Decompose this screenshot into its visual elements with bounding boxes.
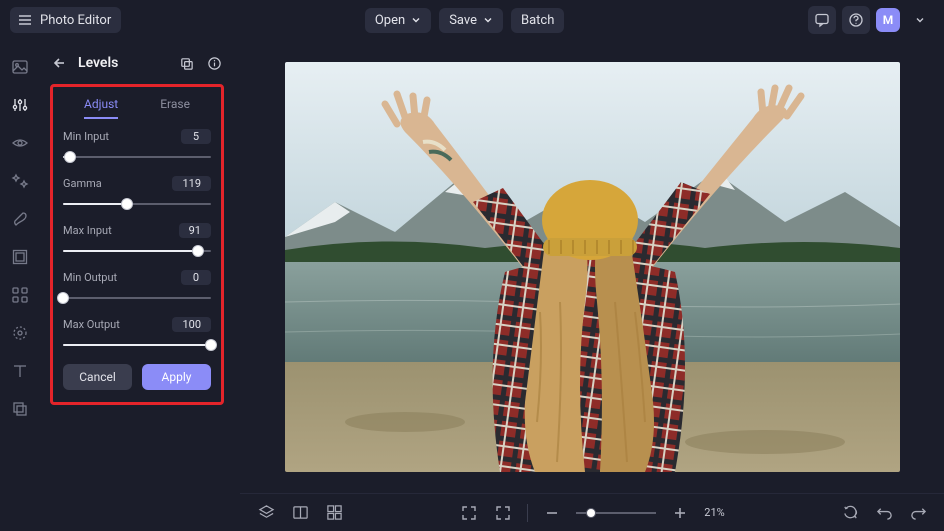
fullscreen-button[interactable] bbox=[459, 503, 479, 523]
help-icon bbox=[848, 12, 864, 28]
control-gamma: Gamma 119 bbox=[63, 176, 211, 211]
account-menu[interactable] bbox=[906, 6, 934, 34]
control-min-output: Min Output 0 bbox=[63, 270, 211, 305]
tool-frame-icon[interactable] bbox=[9, 246, 31, 268]
reset-button[interactable] bbox=[840, 503, 860, 523]
compare-grid-button[interactable] bbox=[324, 503, 344, 523]
copy-settings-button[interactable] bbox=[176, 56, 196, 71]
tool-brush-icon[interactable] bbox=[9, 208, 31, 230]
fit-screen-button[interactable] bbox=[493, 503, 513, 523]
min-input-label: Min Input bbox=[63, 130, 109, 143]
max-input-value[interactable]: 91 bbox=[179, 223, 211, 238]
photo-content bbox=[285, 62, 900, 472]
back-button[interactable] bbox=[50, 55, 70, 71]
zoom-slider[interactable] bbox=[576, 507, 656, 519]
tab-erase[interactable]: Erase bbox=[160, 93, 190, 119]
hamburger-icon bbox=[16, 11, 34, 29]
info-icon bbox=[207, 56, 222, 71]
redo-button[interactable] bbox=[908, 503, 928, 523]
zoom-out-button[interactable] bbox=[542, 503, 562, 523]
gamma-value[interactable]: 119 bbox=[172, 176, 211, 191]
gamma-slider[interactable] bbox=[63, 197, 211, 211]
gamma-label: Gamma bbox=[63, 177, 102, 190]
tool-rail bbox=[0, 40, 40, 531]
min-input-slider[interactable] bbox=[63, 150, 211, 164]
tool-image-icon[interactable] bbox=[9, 56, 31, 78]
arrow-left-icon bbox=[52, 55, 68, 71]
separator bbox=[527, 504, 528, 522]
canvas-toolbar: 21% bbox=[240, 493, 944, 531]
tool-text-icon[interactable] bbox=[9, 360, 31, 382]
max-input-slider[interactable] bbox=[63, 244, 211, 258]
panel-title: Levels bbox=[78, 55, 168, 71]
help-button[interactable] bbox=[842, 6, 870, 34]
tool-retouch-icon[interactable] bbox=[9, 322, 31, 344]
batch-label: Batch bbox=[521, 13, 554, 28]
control-min-input: Min Input 5 bbox=[63, 129, 211, 164]
cancel-button[interactable]: Cancel bbox=[63, 364, 132, 390]
zoom-in-button[interactable] bbox=[670, 503, 690, 523]
chevron-down-icon bbox=[411, 15, 421, 25]
app-title: Photo Editor bbox=[40, 13, 111, 28]
avatar[interactable]: M bbox=[876, 8, 900, 32]
app-menu[interactable]: Photo Editor bbox=[10, 7, 121, 33]
levels-panel: Levels Adjust Erase Min Input 5 Gamma 119 bbox=[40, 40, 240, 531]
zoom-percentage: 21% bbox=[704, 506, 724, 519]
chevron-down-icon bbox=[483, 15, 493, 25]
control-max-output: Max Output 100 bbox=[63, 317, 211, 352]
canvas-area: 21% bbox=[240, 40, 944, 531]
copy-icon bbox=[179, 56, 194, 71]
tool-adjust-icon[interactable] bbox=[9, 94, 31, 116]
apply-button[interactable]: Apply bbox=[142, 364, 211, 390]
chevron-down-icon bbox=[915, 15, 925, 25]
layers-button[interactable] bbox=[256, 503, 276, 523]
photo-canvas[interactable] bbox=[285, 62, 900, 472]
chat-icon bbox=[814, 12, 830, 28]
control-max-input: Max Input 91 bbox=[63, 223, 211, 258]
min-output-value[interactable]: 0 bbox=[181, 270, 211, 285]
save-label: Save bbox=[449, 13, 477, 28]
batch-button[interactable]: Batch bbox=[511, 8, 564, 33]
max-output-slider[interactable] bbox=[63, 338, 211, 352]
open-label: Open bbox=[375, 13, 405, 28]
compare-split-button[interactable] bbox=[290, 503, 310, 523]
tool-eye-icon[interactable] bbox=[9, 132, 31, 154]
min-input-value[interactable]: 5 bbox=[181, 129, 211, 144]
save-button[interactable]: Save bbox=[439, 8, 503, 33]
undo-button[interactable] bbox=[874, 503, 894, 523]
feedback-button[interactable] bbox=[808, 6, 836, 34]
highlight-box: Adjust Erase Min Input 5 Gamma 119 Max Inp… bbox=[50, 84, 224, 405]
max-output-label: Max Output bbox=[63, 318, 120, 331]
tab-adjust[interactable]: Adjust bbox=[84, 93, 118, 119]
min-output-slider[interactable] bbox=[63, 291, 211, 305]
panel-info-button[interactable] bbox=[204, 56, 224, 71]
tool-effects-icon[interactable] bbox=[9, 170, 31, 192]
min-output-label: Min Output bbox=[63, 271, 117, 284]
max-output-value[interactable]: 100 bbox=[172, 317, 211, 332]
max-input-label: Max Input bbox=[63, 224, 112, 237]
open-button[interactable]: Open bbox=[365, 8, 431, 33]
tool-layers-icon[interactable] bbox=[9, 398, 31, 420]
tool-elements-icon[interactable] bbox=[9, 284, 31, 306]
